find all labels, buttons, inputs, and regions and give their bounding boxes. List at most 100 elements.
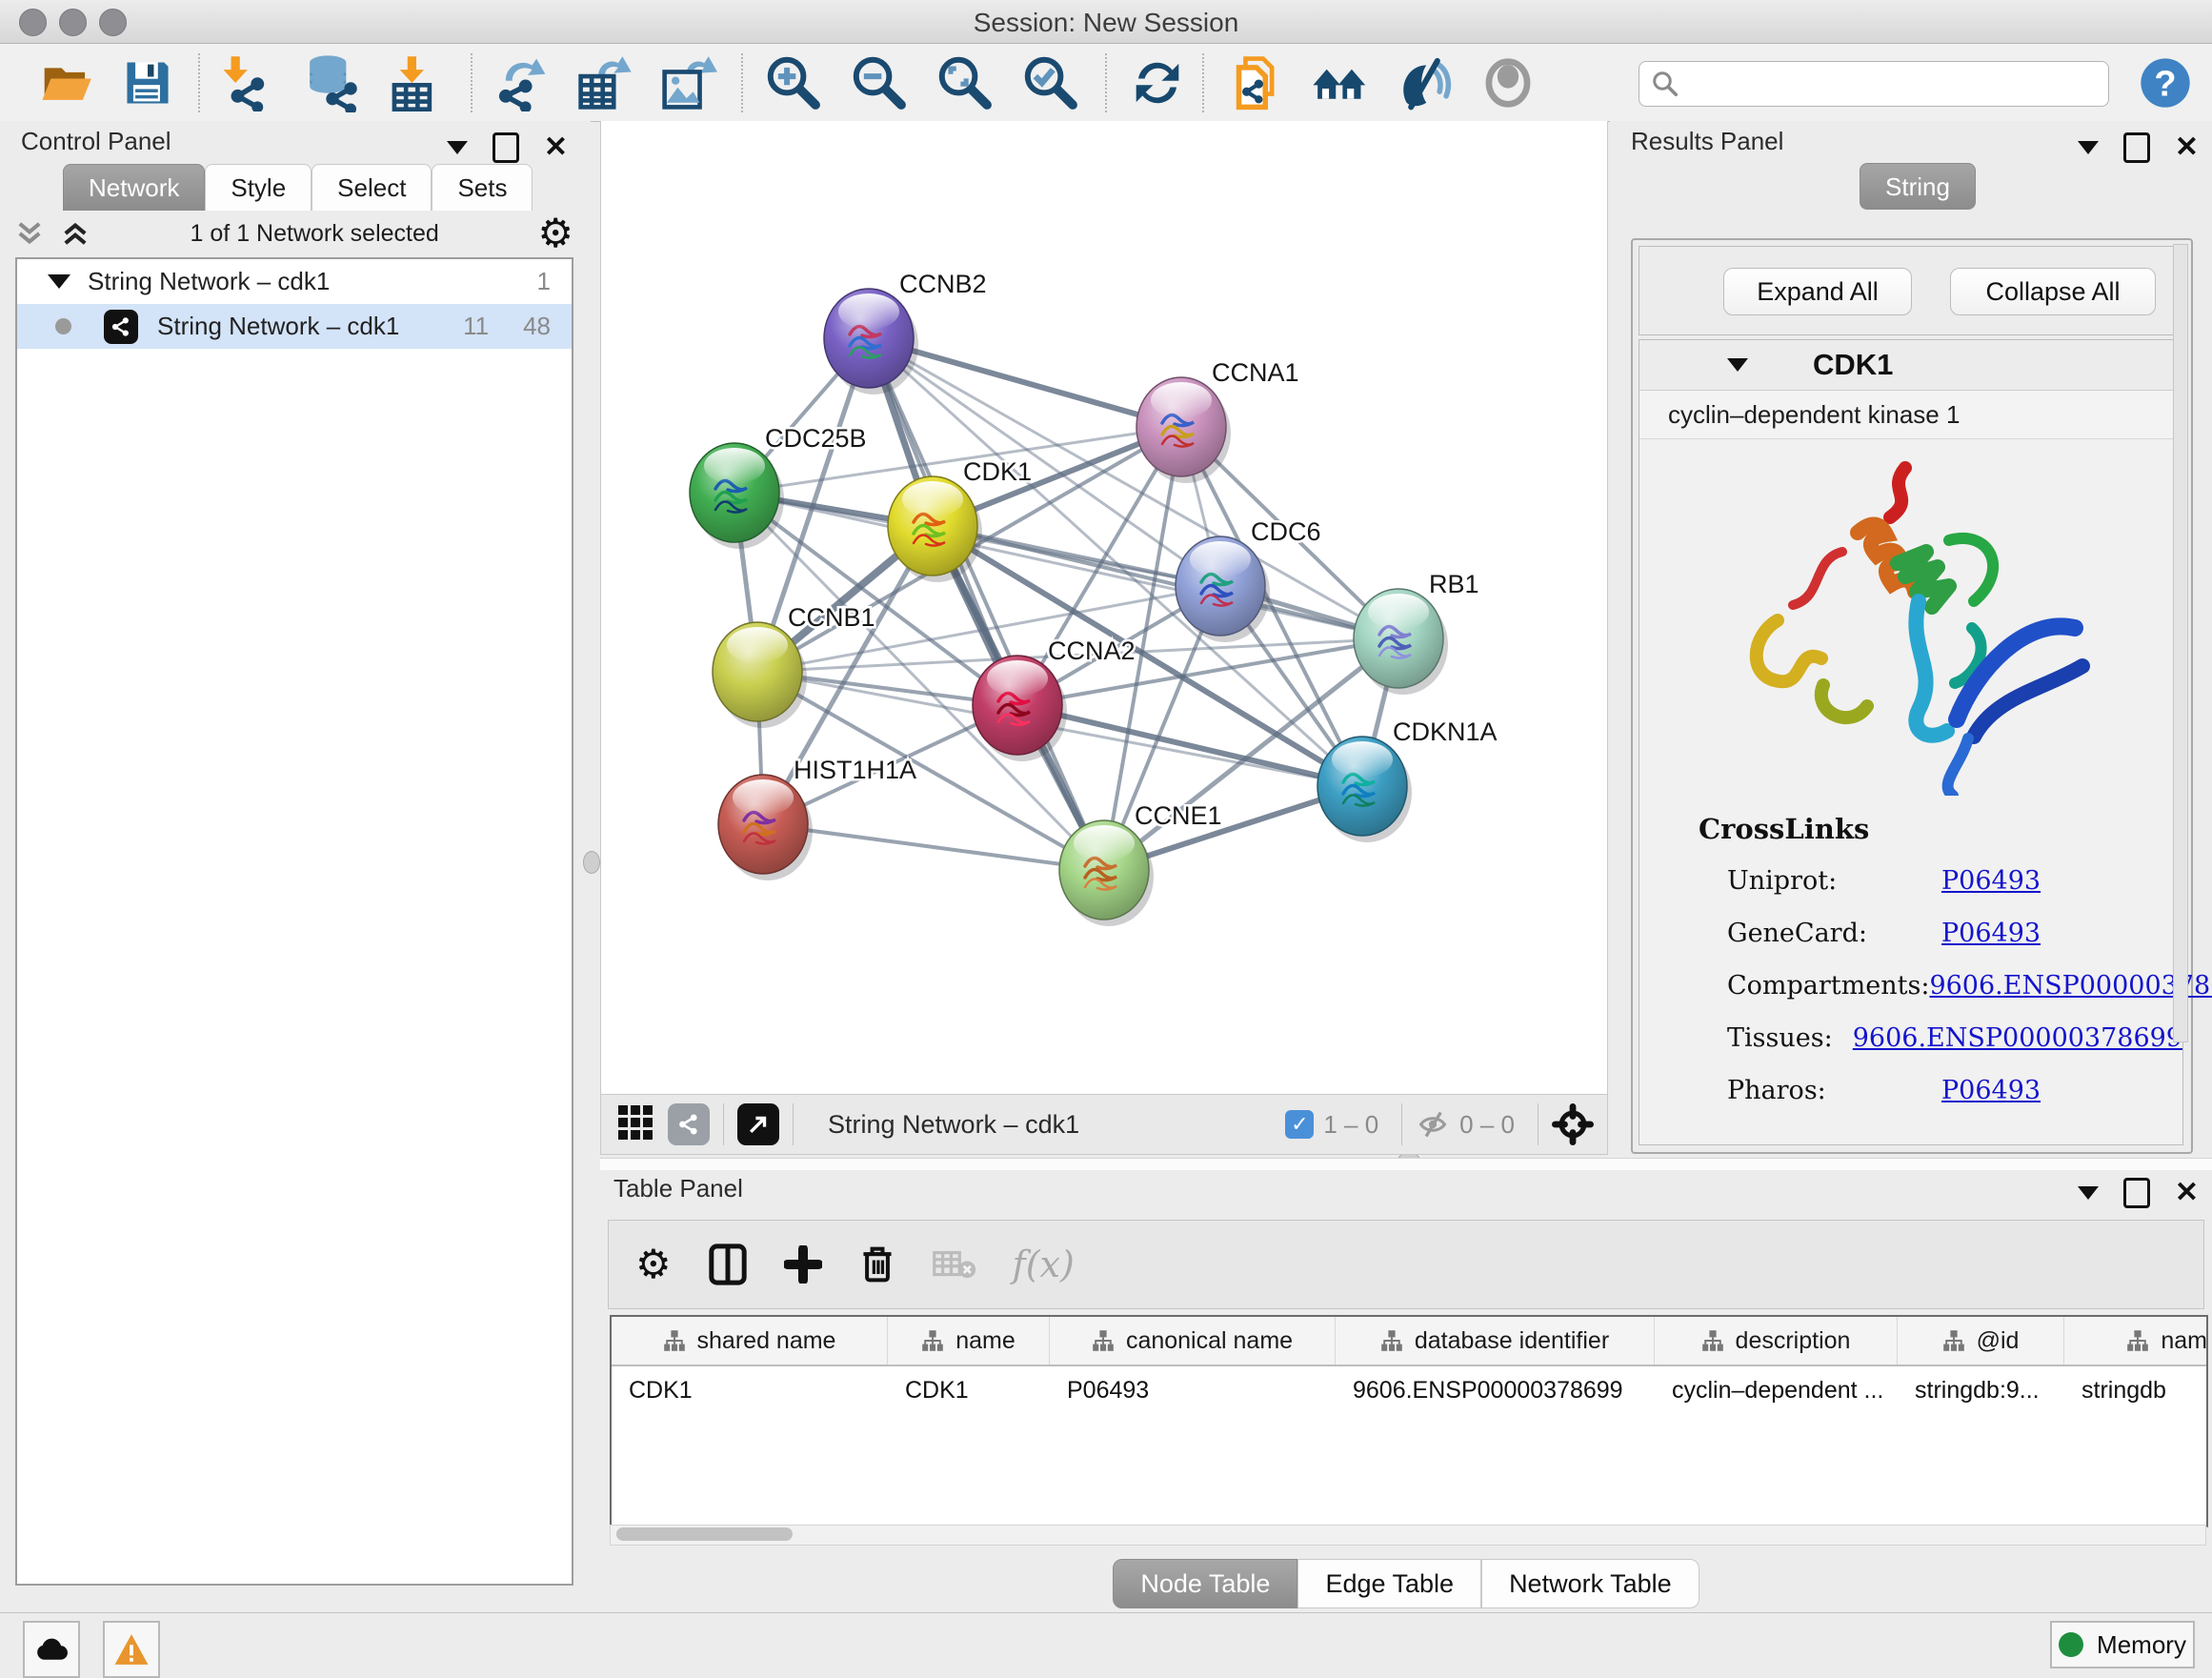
cloud-button[interactable] xyxy=(23,1621,80,1678)
zoom-selected-button[interactable] xyxy=(1019,51,1082,114)
save-session-button[interactable] xyxy=(116,51,179,114)
column-header-database-identifier[interactable]: database identifier xyxy=(1336,1317,1655,1365)
column-header-@id[interactable]: @id xyxy=(1898,1317,2064,1365)
collapse-all-icon[interactable] xyxy=(13,217,46,250)
results-panel-float-icon[interactable] xyxy=(2123,132,2150,163)
import-network-database-button[interactable] xyxy=(301,51,364,114)
table-panel-close-icon[interactable]: ✕ xyxy=(2175,1181,2199,1205)
help-button[interactable]: ? xyxy=(2134,51,2197,114)
node-table[interactable]: shared namenamecanonical namedatabase id… xyxy=(610,1315,2208,1527)
export-network-button[interactable] xyxy=(490,51,553,114)
horizontal-splitter[interactable] xyxy=(600,1158,2212,1171)
network-node-HIST1H1A[interactable]: HIST1H1A xyxy=(718,756,916,880)
table-cell[interactable]: cyclin–dependent ... xyxy=(1655,1366,1898,1414)
vertical-splitter-handle[interactable] xyxy=(583,851,600,874)
org-chart-icon xyxy=(1092,1329,1115,1352)
table-cell[interactable]: stringdb xyxy=(2064,1366,2208,1414)
open-in-browser-button[interactable] xyxy=(737,1103,779,1145)
network-edge-CCNB2-CCNE1[interactable] xyxy=(869,338,1104,870)
network-options-gear-icon[interactable]: ⚙ xyxy=(537,213,573,253)
control-panel-close-icon[interactable]: ✕ xyxy=(544,135,568,160)
zoom-in-button[interactable] xyxy=(762,51,825,114)
crosslink-link[interactable]: P06493 xyxy=(1941,1076,2041,1105)
tab-sets[interactable]: Sets xyxy=(432,164,533,211)
zoom-out-button[interactable] xyxy=(848,51,911,114)
table-panel-menu-icon[interactable] xyxy=(2078,1186,2099,1200)
tab-network-table[interactable]: Network Table xyxy=(1481,1559,1699,1608)
birdseye-grid-button[interactable] xyxy=(616,1103,654,1146)
table-cell[interactable]: 9606.ENSP00000378699 xyxy=(1336,1366,1655,1414)
network-node-CCNA1[interactable]: CCNA1 xyxy=(1136,358,1299,483)
table-cell[interactable]: P06493 xyxy=(1050,1366,1336,1414)
show-columns-icon[interactable] xyxy=(708,1243,748,1286)
show-all-button[interactable] xyxy=(1477,51,1539,114)
results-scrollbar[interactable] xyxy=(2173,244,2188,1042)
tab-node-table[interactable]: Node Table xyxy=(1113,1559,1297,1608)
gene-description: cyclin–dependent kinase 1 xyxy=(1639,391,2182,439)
memory-button[interactable]: Memory xyxy=(2050,1621,2195,1668)
crosslink-link[interactable]: P06493 xyxy=(1941,866,2041,896)
homes-button[interactable] xyxy=(1309,51,1372,114)
network-view-canvas[interactable]: CCNB2CCNA1CDC25BCDK1CDC6RB1CCNB1CCNA2CDK… xyxy=(600,121,1608,1094)
tab-edge-table[interactable]: Edge Table xyxy=(1297,1559,1481,1608)
crosslink-link[interactable]: 9606.ENSP00000378699 xyxy=(1853,1023,2182,1053)
warnings-button[interactable] xyxy=(103,1621,160,1678)
results-panel-menu-icon[interactable] xyxy=(2078,141,2099,154)
crosslink-link[interactable]: P06493 xyxy=(1941,919,2041,948)
table-cell[interactable]: stringdb:9... xyxy=(1898,1366,2064,1414)
hide-selected-button[interactable] xyxy=(1393,51,1456,114)
table-panel-float-icon[interactable] xyxy=(2123,1178,2150,1208)
string-badge-button[interactable] xyxy=(668,1103,710,1145)
column-header-description[interactable]: description xyxy=(1655,1317,1898,1365)
expand-all-button[interactable]: Expand All xyxy=(1723,268,1912,315)
pan-crosshair-icon[interactable] xyxy=(1552,1103,1594,1145)
create-column-plus-icon[interactable] xyxy=(784,1245,822,1284)
delete-column-trash-icon[interactable] xyxy=(858,1243,896,1286)
selected-checkbox-icon[interactable]: ✓ xyxy=(1285,1110,1314,1139)
control-panel-menu-icon[interactable] xyxy=(447,141,468,154)
network-edge-count: 48 xyxy=(523,312,551,341)
apply-layout-button[interactable] xyxy=(1126,51,1189,114)
table-hscrollbar[interactable] xyxy=(610,1525,2206,1546)
network-node-RB1[interactable]: RB1 xyxy=(1354,570,1479,695)
crosslink-link[interactable]: 9606.ENSP00000378699 xyxy=(1929,971,2212,1001)
network-node-CCNB2[interactable]: CCNB2 xyxy=(824,270,987,394)
scrollbar-thumb[interactable] xyxy=(616,1527,793,1541)
network-collection-row[interactable]: String Network – cdk1 1 xyxy=(17,259,572,304)
tab-select[interactable]: Select xyxy=(312,164,432,211)
collection-expand-icon[interactable] xyxy=(48,274,70,289)
tab-network[interactable]: Network xyxy=(63,164,205,211)
import-table-button[interactable] xyxy=(385,51,448,114)
export-table-button[interactable] xyxy=(573,51,636,114)
expand-all-icon[interactable] xyxy=(59,217,91,250)
open-session-button[interactable] xyxy=(34,51,97,114)
column-header-namespace[interactable]: namespace xyxy=(2064,1317,2208,1365)
control-panel-float-icon[interactable] xyxy=(493,132,519,163)
column-header-name[interactable]: name xyxy=(888,1317,1050,1365)
table-options-gear-icon[interactable]: ⚙ xyxy=(635,1244,672,1284)
search-input[interactable] xyxy=(1639,61,2109,107)
network-edge-CCNE1-HIST1H1A[interactable] xyxy=(763,824,1104,870)
network-node-CDC6[interactable]: CDC6 xyxy=(1176,517,1321,642)
zoom-fit-button[interactable] xyxy=(934,51,996,114)
eye-slash-icon xyxy=(1396,54,1453,111)
gene-section-header[interactable]: CDK1 xyxy=(1639,340,2182,391)
network-node-CDKN1A[interactable]: CDKN1A xyxy=(1317,718,1498,842)
clone-network-button[interactable] xyxy=(1225,51,1288,114)
table-row[interactable]: CDK1CDK1P064939606.ENSP00000378699cyclin… xyxy=(612,1366,2206,1414)
network-node-CDC25B[interactable]: CDC25B xyxy=(690,424,867,549)
network-row-selected[interactable]: String Network – cdk1 11 48 xyxy=(17,304,572,349)
collapse-all-button[interactable]: Collapse All xyxy=(1950,268,2156,315)
network-node-CDK1[interactable]: CDK1 xyxy=(888,457,1032,582)
results-panel-close-icon[interactable]: ✕ xyxy=(2175,135,2199,160)
tab-string[interactable]: String xyxy=(1860,163,1976,210)
import-network-file-button[interactable] xyxy=(217,51,280,114)
column-header-canonical-name[interactable]: canonical name xyxy=(1050,1317,1336,1365)
table-cell[interactable]: CDK1 xyxy=(888,1366,1050,1414)
gene-collapse-icon[interactable] xyxy=(1727,358,1748,372)
table-cell[interactable]: CDK1 xyxy=(612,1366,888,1414)
tab-style[interactable]: Style xyxy=(205,164,312,211)
column-header-shared-name[interactable]: shared name xyxy=(612,1317,888,1365)
network-edge-CCNA2-CDKN1A[interactable] xyxy=(1017,705,1362,786)
export-image-button[interactable] xyxy=(657,51,720,114)
